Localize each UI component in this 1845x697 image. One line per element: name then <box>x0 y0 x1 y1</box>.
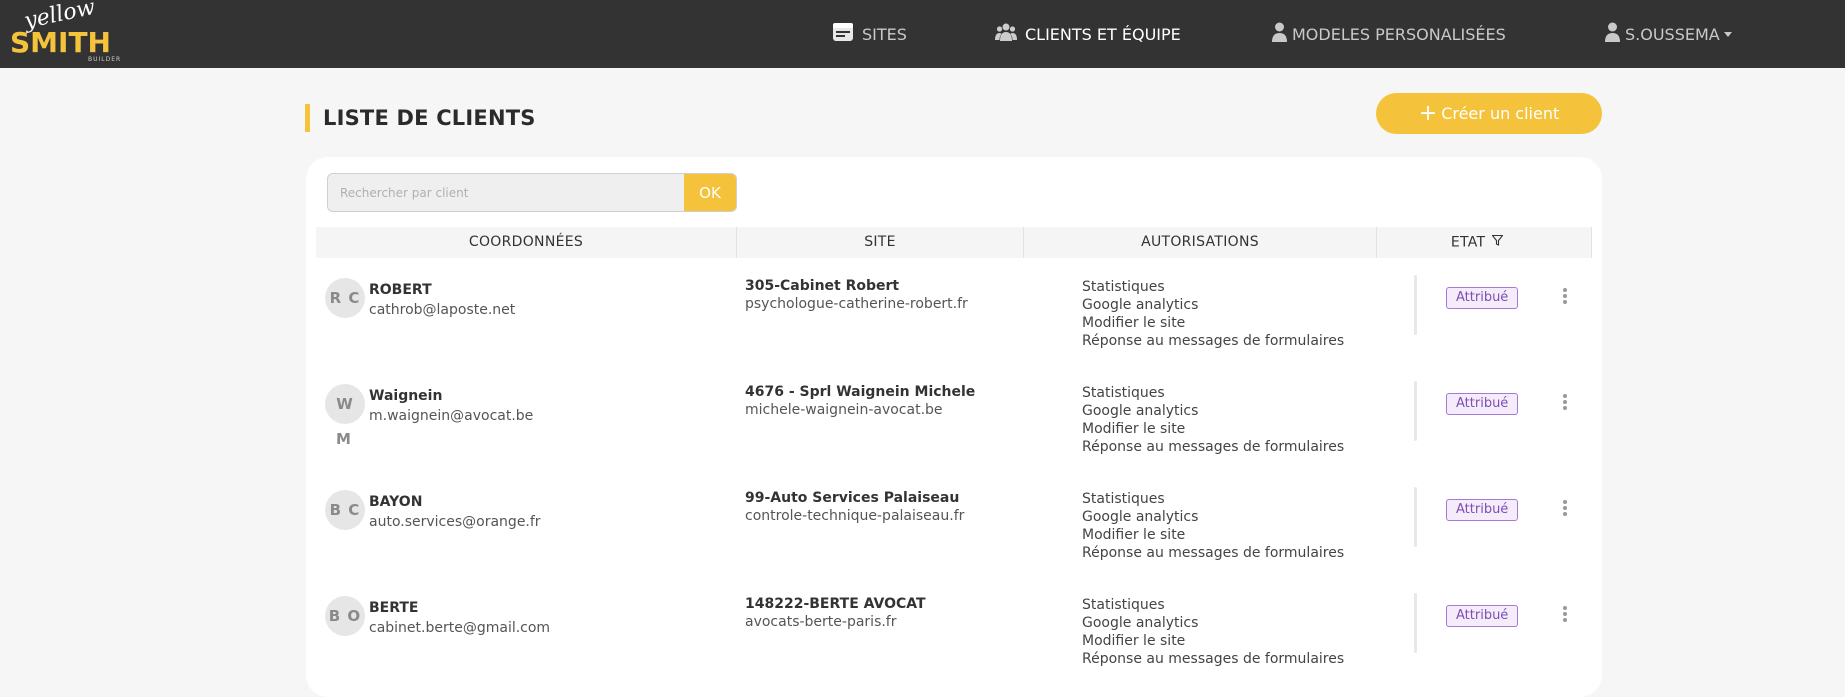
client-email: m.waignein@avocat.be <box>369 408 534 424</box>
permission-item: Google analytics <box>1082 615 1199 631</box>
avatar: B O <box>325 596 365 636</box>
table-row[interactable]: B C BAYON auto.services@orange.fr 99-Aut… <box>316 478 1592 584</box>
permission-item: Réponse au messages de formulaires <box>1082 651 1345 667</box>
kebab-menu-icon[interactable] <box>1559 286 1571 310</box>
kebab-menu-icon[interactable] <box>1559 604 1571 628</box>
avatar-overflow-initial: M <box>336 430 351 448</box>
client-email: cathrob@laposte.net <box>369 302 516 318</box>
user-menu[interactable]: S.OUSSEMA <box>1605 0 1732 68</box>
nav-models[interactable]: MODELES PERSONALISÉES <box>1272 0 1506 68</box>
permission-item: Réponse au messages de formulaires <box>1082 439 1345 455</box>
site-url[interactable]: michele-waignein-avocat.be <box>745 402 943 418</box>
column-header-autorisations: AUTORISATIONS <box>1141 234 1259 250</box>
nav-clients[interactable]: CLIENTS ET ÉQUIPE <box>995 0 1181 68</box>
user-icon <box>1272 22 1287 46</box>
permission-item: Réponse au messages de formulaires <box>1082 545 1345 561</box>
site-name: 99-Auto Services Palaiseau <box>745 490 960 506</box>
search-input[interactable] <box>328 174 692 211</box>
column-header-etat[interactable]: ETAT <box>1377 227 1577 258</box>
top-navbar: yellow SMITH BUILDER SITES CLIENTS ET ÉQ… <box>0 0 1845 68</box>
permission-item: Modifier le site <box>1082 527 1186 543</box>
kebab-menu-icon[interactable] <box>1559 498 1571 522</box>
permissions-list: Statistiques Google analytics Modifier l… <box>1082 490 1344 562</box>
site-url[interactable]: psychologue-catherine-robert.fr <box>745 296 968 312</box>
permission-item: Google analytics <box>1082 509 1199 525</box>
permissions-list: Statistiques Google analytics Modifier l… <box>1082 384 1344 456</box>
client-name: BERTE <box>369 600 419 616</box>
status-badge: Attribué <box>1446 499 1519 521</box>
avatar: R C <box>325 278 365 318</box>
users-group-icon <box>995 22 1017 46</box>
permission-item: Modifier le site <box>1082 421 1186 437</box>
plus-icon: + <box>1418 100 1438 126</box>
row-divider <box>1414 487 1417 547</box>
permission-item: Google analytics <box>1082 297 1199 313</box>
create-client-button[interactable]: + Créer un client <box>1376 93 1602 134</box>
permission-item: Statistiques <box>1082 385 1165 401</box>
site-url[interactable]: controle-technique-palaiseau.fr <box>745 508 964 524</box>
column-header-coordonnees: COORDONNÉES <box>468 234 584 250</box>
user-menu-label: S.OUSSEMA <box>1625 24 1720 44</box>
permission-item: Google analytics <box>1082 403 1199 419</box>
column-header-etat-label: ETAT <box>1450 234 1486 251</box>
search-bar: OK <box>327 173 737 212</box>
row-divider <box>1414 275 1417 335</box>
kebab-menu-icon[interactable] <box>1559 392 1571 416</box>
permission-item: Réponse au messages de formulaires <box>1082 333 1345 349</box>
browser-window-icon <box>832 22 854 46</box>
brand-logo[interactable]: yellow SMITH BUILDER <box>10 0 120 64</box>
create-client-label: Créer un client <box>1441 104 1560 123</box>
permission-item: Statistiques <box>1082 279 1165 295</box>
nav-clients-label: CLIENTS ET ÉQUIPE <box>1025 24 1181 44</box>
permissions-list: Statistiques Google analytics Modifier l… <box>1082 278 1344 350</box>
site-url[interactable]: avocats-berte-paris.fr <box>745 614 897 630</box>
logo-line-3: BUILDER <box>88 56 122 63</box>
status-badge: Attribué <box>1446 393 1519 415</box>
site-name: 148222-BERTE AVOCAT <box>745 596 926 612</box>
permission-item: Modifier le site <box>1082 315 1186 331</box>
filter-icon[interactable] <box>1491 227 1504 258</box>
logo-line-2: SMITH <box>10 26 111 59</box>
permission-item: Modifier le site <box>1082 633 1186 649</box>
client-email: cabinet.berte@gmail.com <box>369 620 551 636</box>
page-title: LISTE DE CLIENTS <box>305 104 536 132</box>
chevron-down-icon <box>1723 31 1732 37</box>
user-icon <box>1605 22 1620 46</box>
avatar: W <box>325 384 365 424</box>
table-row[interactable]: W M Waignein m.waignein@avocat.be 4676 -… <box>316 372 1592 478</box>
row-divider <box>1414 593 1417 653</box>
client-email: auto.services@orange.fr <box>369 514 541 530</box>
client-name: BAYON <box>369 494 423 510</box>
column-header-site: SITE <box>864 234 896 250</box>
column-divider <box>1591 227 1592 258</box>
client-name: Waignein <box>369 388 443 404</box>
table-row[interactable]: B O BERTE cabinet.berte@gmail.com 148222… <box>316 584 1592 690</box>
client-name: ROBERT <box>369 282 432 298</box>
nav-models-label: MODELES PERSONALISÉES <box>1292 24 1506 44</box>
permission-item: Statistiques <box>1082 597 1165 613</box>
nav-sites[interactable]: SITES <box>832 0 907 68</box>
status-badge: Attribué <box>1446 605 1519 627</box>
table-header: COORDONNÉES SITE AUTORISATIONS ETAT <box>316 227 1592 258</box>
search-ok-button[interactable]: OK <box>684 174 736 211</box>
row-divider <box>1414 381 1417 441</box>
table-row[interactable]: R C ROBERT cathrob@laposte.net 305-Cabin… <box>316 266 1592 372</box>
permission-item: Statistiques <box>1082 491 1165 507</box>
nav-sites-label: SITES <box>862 24 907 44</box>
site-name: 305-Cabinet Robert <box>745 278 900 294</box>
avatar: B C <box>325 490 365 530</box>
status-badge: Attribué <box>1446 287 1519 309</box>
permissions-list: Statistiques Google analytics Modifier l… <box>1082 596 1344 668</box>
site-name: 4676 - Sprl Waignein Michele <box>745 384 976 400</box>
